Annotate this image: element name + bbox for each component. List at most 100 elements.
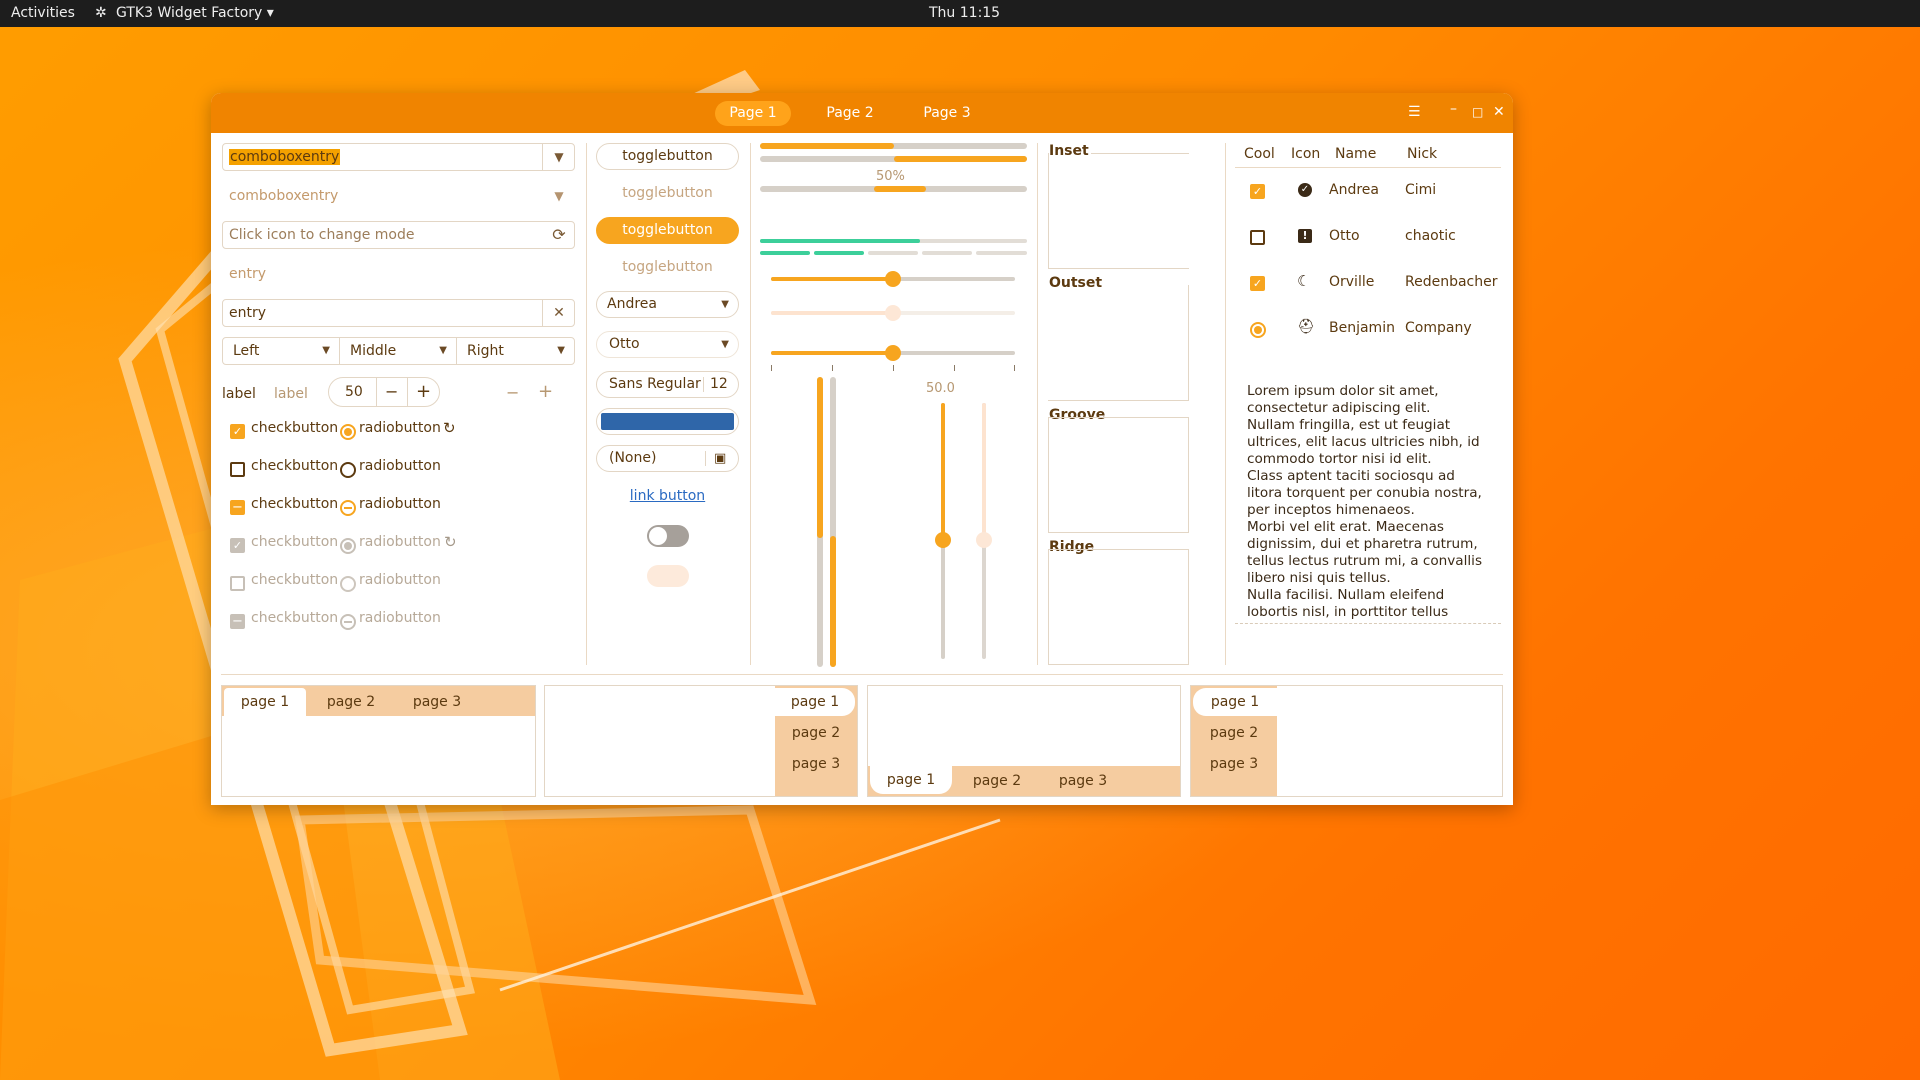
column-header-nick[interactable]: Nick [1407, 146, 1437, 162]
tree-row-radio[interactable] [1250, 322, 1266, 338]
notebook-tab-page-2[interactable]: page 2 [312, 688, 390, 716]
clear-icon[interactable]: ✕ [543, 300, 575, 326]
vscale[interactable] [935, 403, 951, 659]
tab-page-1[interactable]: Page 1 [715, 101, 791, 126]
checkbox-inconsistent[interactable]: − [230, 500, 245, 515]
activities-button[interactable]: Activities [11, 5, 75, 21]
tab-page-3[interactable]: Page 3 [908, 101, 986, 126]
file-chooser-button[interactable]: (None) ▣ [596, 445, 739, 472]
tree-row-name[interactable]: Orville [1329, 274, 1374, 290]
combo-left[interactable]: Left ▼ [222, 337, 340, 365]
switch[interactable] [647, 525, 689, 547]
notebook-tab-page-3[interactable]: page 3 [1191, 750, 1277, 778]
radio-unchecked[interactable] [340, 462, 356, 478]
font-button[interactable]: Sans Regular 12 [596, 371, 739, 398]
chevron-down-icon: ▼ [554, 189, 564, 203]
link-button[interactable]: link button [596, 488, 739, 504]
app-name: GTK3 Widget Factory [116, 5, 263, 21]
tab-page-2[interactable]: Page 2 [811, 101, 889, 126]
icon-entry[interactable]: Click icon to change mode ⟳ [222, 221, 575, 249]
tree-row-check[interactable] [1250, 230, 1265, 245]
radio-label[interactable]: radiobutton [359, 420, 441, 436]
combo-right[interactable]: Right ▼ [456, 337, 575, 365]
combo-left-label: Left [233, 343, 260, 359]
slider-handle[interactable] [885, 345, 901, 361]
tree-row-name[interactable]: Otto [1329, 228, 1360, 244]
top-bar: Activities ✲ GTK3 Widget Factory ▾ Thu 11… [0, 0, 1920, 27]
level-bar-segmented [760, 251, 1027, 255]
minus-icon[interactable]: − [385, 382, 398, 401]
column-header-name[interactable]: Name [1335, 146, 1376, 162]
tree-row-check[interactable]: ✓ [1250, 184, 1265, 199]
slider-handle[interactable] [885, 271, 901, 287]
tree-row-check[interactable]: ✓ [1250, 276, 1265, 291]
column-header-cool[interactable]: Cool [1244, 146, 1275, 162]
combo-right-label: Right [467, 343, 504, 359]
tree-row-nick[interactable]: chaotic [1405, 228, 1456, 244]
checkmark-circle-icon: ✓ [1298, 183, 1312, 197]
notebook-tab-page-1[interactable]: page 1 [1193, 688, 1277, 716]
checkbox-label[interactable]: checkbutton [251, 420, 338, 436]
radio-label[interactable]: radiobutton [359, 496, 441, 512]
combobox-entry-1[interactable]: comboboxentry ▼ [222, 143, 575, 171]
refresh-icon[interactable]: ⟳ [543, 222, 575, 248]
minimize-icon[interactable]: – [1450, 102, 1457, 116]
notebook-tab-page-1[interactable]: page 1 [775, 688, 855, 716]
tree-row-nick[interactable]: Company [1405, 320, 1472, 336]
notebook-tab-page-3[interactable]: page 3 [1044, 767, 1122, 795]
entry-clearable[interactable]: entry ✕ [222, 299, 575, 327]
menu-icon[interactable]: ☰ [1408, 105, 1421, 119]
chevron-down-icon: ▼ [721, 299, 729, 310]
entry-flat-text: entry [229, 266, 267, 282]
combo-andrea[interactable]: Andrea ▼ [596, 291, 739, 318]
tree-row-name[interactable]: Andrea [1329, 182, 1379, 198]
plus-icon[interactable]: + [416, 381, 431, 402]
close-icon[interactable]: ✕ [1493, 105, 1505, 119]
radio-checked[interactable] [340, 424, 356, 440]
checkbox-label[interactable]: checkbutton [251, 458, 338, 474]
hscale[interactable] [771, 271, 1015, 287]
radio-inconsistent-disabled [340, 614, 356, 630]
notebook-tab-page-1[interactable]: page 1 [224, 688, 306, 716]
text-view[interactable]: Lorem ipsum dolor sit amet, consectetur … [1247, 383, 1497, 621]
column-separator [1037, 143, 1038, 665]
notebook-tab-page-2[interactable]: page 2 [958, 767, 1036, 795]
hscale-marks[interactable] [771, 345, 1015, 375]
toggle-button-disabled: togglebutton [622, 259, 713, 275]
color-button[interactable] [596, 408, 739, 435]
combo-middle[interactable]: Middle ▼ [339, 337, 457, 365]
notebook-tab-page-2[interactable]: page 2 [1191, 719, 1277, 747]
toggle-button-flat[interactable]: togglebutton [596, 180, 739, 207]
combo-otto[interactable]: Otto ▼ [596, 331, 739, 358]
spinner-icon: ↻ [444, 533, 457, 551]
tree-row-nick[interactable]: Redenbacher [1405, 274, 1498, 290]
clock[interactable]: Thu 11:15 [929, 5, 1000, 21]
spin-button[interactable]: 50 − + [328, 377, 440, 407]
checkbox-unchecked[interactable] [230, 462, 245, 477]
notebook-tab-page-3[interactable]: page 3 [398, 688, 476, 716]
checkbox-label[interactable]: checkbutton [251, 496, 338, 512]
tree-row-name[interactable]: Benjamin [1329, 320, 1395, 336]
app-menu[interactable]: ✲ GTK3 Widget Factory ▾ [95, 5, 274, 21]
column-separator [1225, 143, 1226, 665]
icon-entry-placeholder: Click icon to change mode [229, 227, 415, 243]
slider-handle[interactable] [935, 532, 951, 548]
radio-label[interactable]: radiobutton [359, 458, 441, 474]
radio-label: radiobutton [359, 572, 441, 588]
chevron-down-icon[interactable]: ▼ [543, 144, 575, 170]
checkbox-checked[interactable]: ✓ [230, 424, 245, 439]
notebook-tab-page-1[interactable]: page 1 [870, 766, 952, 794]
notebook-tab-page-2[interactable]: page 2 [775, 719, 857, 747]
combobox-entry-2: comboboxentry ▼ [222, 182, 575, 210]
column-separator [586, 143, 587, 665]
tree-row-nick[interactable]: Cimi [1405, 182, 1436, 198]
toggle-button[interactable]: togglebutton [596, 143, 739, 170]
slider-handle [976, 532, 992, 548]
radio-inconsistent[interactable] [340, 500, 356, 516]
toggle-button-active[interactable]: togglebutton [596, 217, 739, 244]
checkbox-checked-disabled: ✓ [230, 538, 245, 553]
column-header-icon[interactable]: Icon [1291, 146, 1320, 162]
hscale-disabled [771, 305, 1015, 321]
maximize-icon[interactable]: □ [1472, 105, 1483, 119]
notebook-tab-page-3[interactable]: page 3 [775, 750, 857, 778]
